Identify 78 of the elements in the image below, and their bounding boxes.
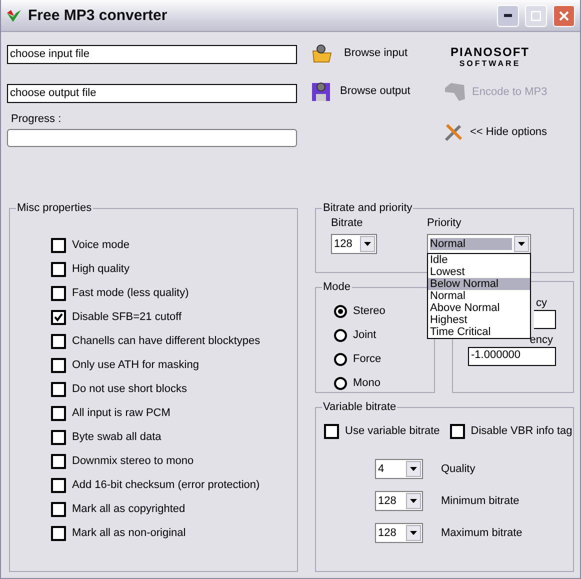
priority-dropdown[interactable]: Normal [427, 234, 531, 254]
close-icon [559, 10, 569, 20]
checkbox-label: Add 16-bit checksum (error protection) [72, 479, 260, 491]
setting-label: Maximum bitrate [441, 527, 524, 539]
input-file-field[interactable]: choose input file [7, 45, 297, 64]
checkbox[interactable] [51, 382, 66, 396]
checkbox[interactable] [51, 238, 66, 252]
vbr-dropdown[interactable]: 128 [375, 491, 423, 511]
checkbox-label: Disable VBR info tag [470, 425, 572, 437]
folder-icon [312, 43, 332, 63]
checkbox[interactable] [51, 502, 66, 516]
checkbox[interactable] [51, 310, 66, 324]
checkbox[interactable] [51, 334, 66, 348]
group-title: Mode [322, 281, 352, 293]
output-frequency-label: ency [530, 333, 553, 347]
radio-label: Mono [353, 377, 381, 389]
setting-label: Minimum bitrate [441, 495, 520, 507]
checkbox-label: Mark all as non-original [72, 527, 186, 539]
checkbox[interactable] [450, 424, 465, 438]
radio-button[interactable] [334, 352, 347, 366]
checkbox-label: Chanells can have different blocktypes [72, 335, 260, 347]
checkbox-label: Byte swab all data [72, 431, 162, 443]
checkbox-label: Voice mode [72, 239, 130, 251]
vbr-dropdown[interactable]: 128 [375, 523, 423, 543]
radio-button[interactable] [334, 304, 347, 318]
group-title: Variable bitrate [322, 401, 398, 413]
company-logo: PIANOSOFT SOFTWARE [449, 45, 530, 68]
checkbox-label: Downmix stereo to mono [72, 455, 194, 467]
caret-icon [410, 499, 417, 503]
checkbox[interactable] [51, 262, 66, 276]
checkbox[interactable] [51, 454, 66, 468]
maximize-icon [531, 10, 541, 20]
tools-icon [444, 122, 464, 142]
checkbox-label: High quality [72, 263, 130, 275]
browse-output-button[interactable]: Browse output [312, 81, 429, 101]
checkbox[interactable] [324, 424, 339, 438]
checkbox[interactable] [51, 286, 66, 300]
priority-label: Priority [427, 216, 462, 230]
caret-icon [410, 531, 417, 535]
progress-label: Progress : [11, 112, 62, 126]
bitrate-label: Bitrate [331, 216, 364, 230]
checkbox-label: Only use ATH for masking [72, 359, 199, 371]
minimize-icon [504, 14, 512, 17]
checkbox[interactable] [51, 478, 66, 492]
checkbox-label: All input is raw PCM [72, 407, 170, 419]
group-title: Bitrate and priority [322, 202, 414, 214]
hide-options-button[interactable]: << Hide options [444, 122, 569, 142]
close-button[interactable] [553, 4, 575, 26]
window-title: Free MP3 converter [28, 7, 168, 24]
radio-button[interactable] [334, 376, 347, 390]
checkbox-label: Do not use short blocks [72, 383, 187, 395]
caret-icon [518, 242, 525, 246]
checkbox-label: Disable SFB=21 cutoff [72, 311, 182, 323]
setting-label: Quality [441, 463, 476, 475]
app-icon [6, 8, 22, 22]
input-frequency-label: cy [536, 296, 547, 310]
priority-option[interactable]: Below Normal [428, 278, 530, 290]
checkbox[interactable] [51, 430, 66, 444]
minimize-button[interactable] [497, 4, 519, 26]
radio-label: Joint [353, 329, 376, 341]
radio-label: Stereo [353, 305, 386, 317]
checkbox[interactable] [51, 526, 66, 540]
bitrate-dropdown[interactable]: 128 [331, 234, 377, 254]
caret-icon [364, 242, 371, 246]
output-file-field[interactable]: choose output file [7, 84, 297, 103]
vbr-dropdown[interactable]: 4 [375, 459, 423, 479]
caret-icon [410, 467, 417, 471]
input-frequency-field[interactable] [534, 310, 556, 329]
checkbox[interactable] [51, 406, 66, 420]
browse-input-button[interactable]: Browse input [312, 43, 429, 63]
output-frequency-field[interactable]: -1.000000 [468, 347, 556, 366]
group-title: Misc properties [16, 202, 93, 214]
radio-button[interactable] [334, 328, 347, 342]
checkbox-label: Fast mode (less quality) [72, 287, 189, 299]
checkbox-label: Use variable bitrate [345, 425, 440, 437]
radio-label: Force [353, 353, 382, 365]
checkbox-label: Mark all as copyrighted [72, 503, 186, 515]
checkbox[interactable] [51, 358, 66, 372]
